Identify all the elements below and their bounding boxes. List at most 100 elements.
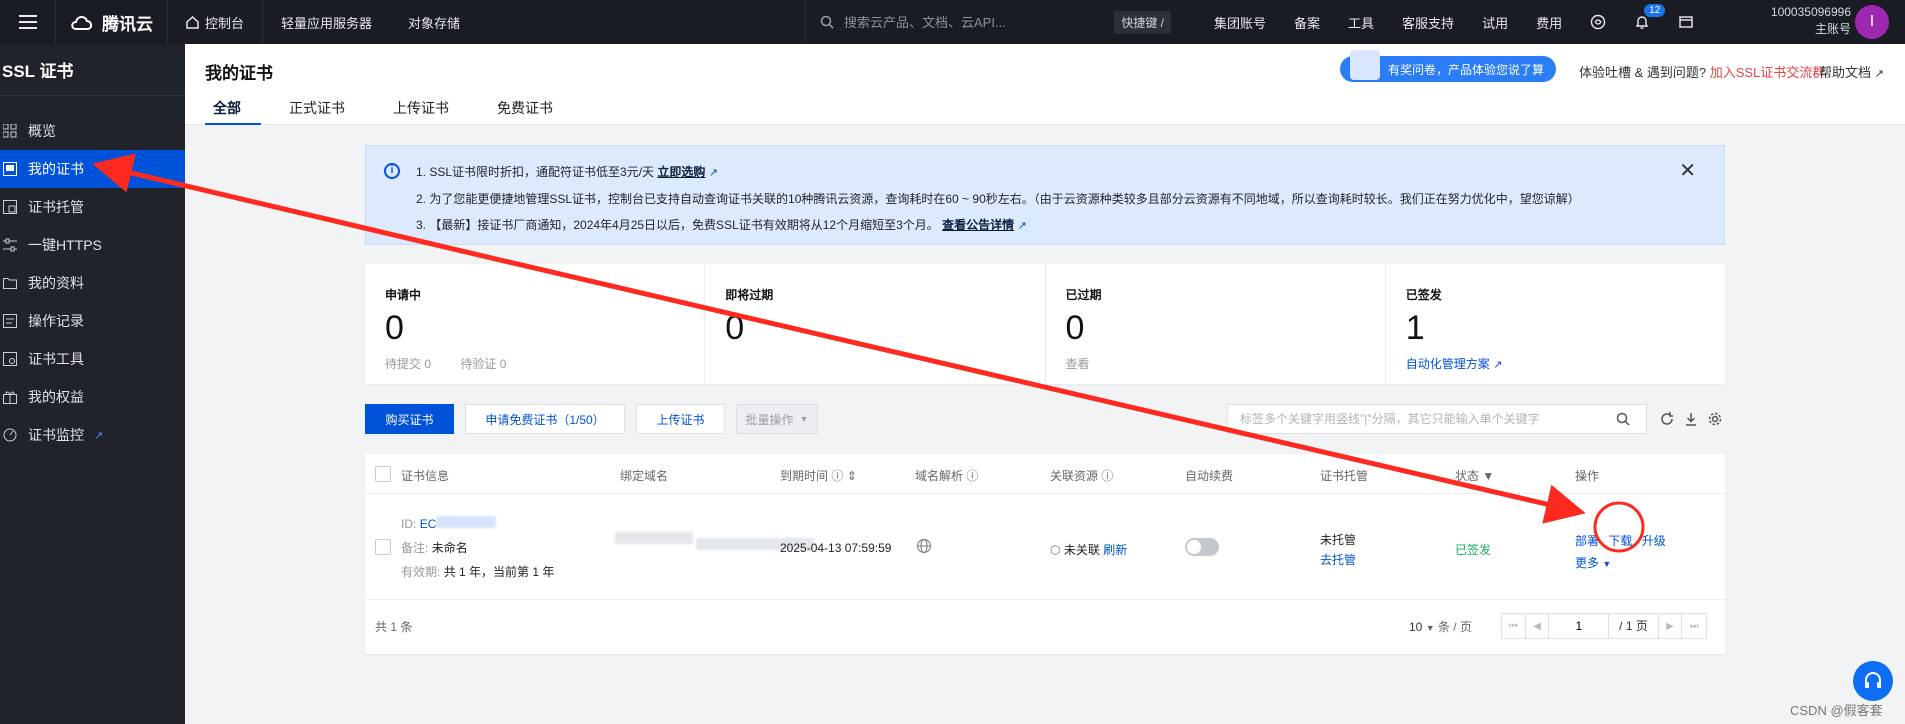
stat-title: 已签发 <box>1405 288 1442 302</box>
upload-cert-button[interactable]: 上传证书 <box>636 404 725 434</box>
sort-icon[interactable]: ⇕ <box>847 469 857 483</box>
nav-support[interactable]: 客服支持 <box>1388 0 1468 44</box>
global-search-input[interactable] <box>842 13 1112 31</box>
sidebar-item-hosting[interactable]: 证书托管 <box>0 188 185 226</box>
sidebar-item-monitor[interactable]: 证书监控 ↗ <box>0 416 185 454</box>
next-page-icon[interactable]: ▶ <box>1659 614 1683 638</box>
col-expire[interactable]: 到期时间 ⓘ ⇕ <box>780 467 857 484</box>
external-link-icon: ↗ <box>1493 359 1503 371</box>
tab-uploaded[interactable]: 上传证书 <box>385 98 469 124</box>
upgrade-link[interactable]: 升级 <box>1642 534 1666 548</box>
sidebar-item-records[interactable]: 操作记录 <box>0 302 185 340</box>
sidebar-item-profile[interactable]: 我的资料 <box>0 264 185 302</box>
watermark: CSDN @假客套 <box>1790 703 1883 718</box>
status-badge: 已签发 <box>1455 543 1492 557</box>
announcement-link[interactable]: 查看公告详情 <box>942 218 1014 232</box>
page-input[interactable] <box>1549 614 1610 638</box>
view-expired-link[interactable]: 查看 <box>1066 355 1365 372</box>
survey-banner[interactable]: 有奖问卷，产品体验您说了算 <box>1340 50 1557 82</box>
sidebar-item-https[interactable]: 一键HTTPS <box>0 226 185 264</box>
stat-sub: 待提交 0 待验证 0 <box>385 355 684 372</box>
info-icon: ⓘ <box>831 469 844 483</box>
download-link[interactable]: 下载 <box>1608 534 1632 548</box>
stat-value[interactable]: 0 <box>385 309 684 347</box>
prev-page-icon[interactable]: ◀ <box>1526 614 1550 638</box>
pending-submit[interactable]: 待提交 0 <box>385 357 431 371</box>
tab-all[interactable]: 全部 <box>205 98 261 125</box>
stat-value[interactable]: 0 <box>1066 309 1365 347</box>
external-link-icon: ↗ <box>94 429 104 442</box>
filter-icon[interactable]: ▼ <box>1482 469 1494 483</box>
nav-lighthouse[interactable]: 轻量应用服务器 <box>263 0 390 44</box>
help-docs-link[interactable]: 帮助文档 ↗ <box>1819 62 1884 81</box>
sidebar-item-overview[interactable]: 概览 <box>0 112 185 150</box>
select-all-checkbox[interactable] <box>375 466 391 482</box>
sidebar-item-my-certs[interactable]: 我的证书 <box>0 150 185 188</box>
stat-value[interactable]: 0 <box>725 309 1024 347</box>
external-link-icon: ↗ <box>1874 68 1884 80</box>
caret-down-icon: ▼ <box>799 414 809 424</box>
more-dropdown[interactable]: 更多 ▼ <box>1575 552 1666 575</box>
tasks-icon[interactable] <box>1664 0 1708 44</box>
cert-id-link[interactable]: EC <box>420 517 437 531</box>
notice-line-2: 2. 为了您能更便捷地管理SSL证书，控制台已支持自动查询证书关联的10种腾讯云… <box>416 192 1580 206</box>
refresh-resource-link[interactable]: 刷新 <box>1103 543 1127 557</box>
stat-expiring: 即将过期 0 <box>705 264 1046 384</box>
nav-tools[interactable]: 工具 <box>1334 0 1388 44</box>
note-label: 备注: <box>401 541 429 555</box>
stat-title: 即将过期 <box>725 288 774 302</box>
col-status-label: 状态 <box>1455 469 1480 483</box>
auto-renew-toggle[interactable] <box>1185 538 1219 556</box>
associated-resource: ⬡ 未关联 刷新 <box>1050 541 1127 558</box>
stat-value[interactable]: 1 <box>1406 309 1705 347</box>
join-group-link[interactable]: 加入SSL证书交流群 <box>1710 65 1826 80</box>
close-icon[interactable]: ✕ <box>1679 158 1696 184</box>
sidebar-item-label: 证书工具 <box>28 351 84 367</box>
gift-icon <box>2 389 18 405</box>
refresh-icon[interactable] <box>1658 410 1676 428</box>
nav-group-account[interactable]: 集团账号 <box>1200 0 1280 44</box>
deploy-link[interactable]: 部署 <box>1575 534 1599 548</box>
page-size-select[interactable]: 10 ▼ 条 / 页 <box>1409 618 1472 635</box>
cert-search-input[interactable] <box>1238 411 1608 427</box>
sidebar-item-label: 概览 <box>28 123 56 139</box>
brand-logo[interactable]: 腾讯云 <box>56 0 168 44</box>
go-hosting-link[interactable]: 去托管 <box>1320 550 1356 570</box>
download-icon[interactable] <box>1682 410 1700 428</box>
menu-icon[interactable] <box>0 0 56 44</box>
first-page-icon[interactable]: ⏮ <box>1502 614 1526 638</box>
apply-free-cert-button[interactable]: 申请免费证书（1/50） <box>465 404 625 434</box>
row-checkbox[interactable] <box>375 539 391 555</box>
tab-formal[interactable]: 正式证书 <box>281 98 365 124</box>
nav-icp[interactable]: 备案 <box>1280 0 1334 44</box>
page-total: / 1 页 <box>1609 614 1659 638</box>
buy-cert-button[interactable]: 购买证书 <box>365 404 454 434</box>
sidebar-item-benefits[interactable]: 我的权益 <box>0 378 185 416</box>
last-page-icon[interactable]: ⏭ <box>1682 614 1706 638</box>
nav-cos[interactable]: 对象存储 <box>390 0 478 44</box>
bell-icon[interactable]: 12 <box>1620 0 1666 44</box>
console-link[interactable]: 控制台 <box>168 0 264 44</box>
globe-icon[interactable] <box>916 538 932 557</box>
cert-search <box>1227 404 1647 434</box>
support-icon[interactable] <box>1576 0 1620 44</box>
search-icon[interactable] <box>1616 412 1630 426</box>
sidebar-item-tools[interactable]: 证书工具 <box>0 340 185 378</box>
batch-ops-dropdown[interactable]: 批量操作 ▼ <box>736 404 818 434</box>
gear-icon[interactable] <box>1706 410 1724 428</box>
feedback-text: 体验吐槽 & 遇到问题? 加入SSL证书交流群 <box>1579 62 1825 81</box>
avatar[interactable]: I <box>1855 5 1889 39</box>
tab-free[interactable]: 免费证书 <box>489 98 573 124</box>
col-expire-label: 到期时间 <box>780 469 829 483</box>
account-info[interactable]: 100035096996 主账号 <box>1755 4 1851 38</box>
pending-verify[interactable]: 待验证 0 <box>460 357 506 371</box>
nav-trial[interactable]: 试用 <box>1468 0 1522 44</box>
automation-link[interactable]: 自动化管理方案 ↗ <box>1406 355 1705 372</box>
nav-billing[interactable]: 费用 <box>1522 0 1576 44</box>
expire-time: 2025-04-13 07:59:59 <box>780 541 892 555</box>
tool-icon <box>2 351 18 367</box>
col-status[interactable]: 状态 ▼ <box>1455 467 1494 484</box>
online-support-button[interactable] <box>1853 661 1893 701</box>
buy-now-link[interactable]: 立即选购 <box>657 165 705 179</box>
cert-info: ID: EC 备注: 未命名 有效期: 共 1 年，当前第 1 年 <box>401 512 554 584</box>
